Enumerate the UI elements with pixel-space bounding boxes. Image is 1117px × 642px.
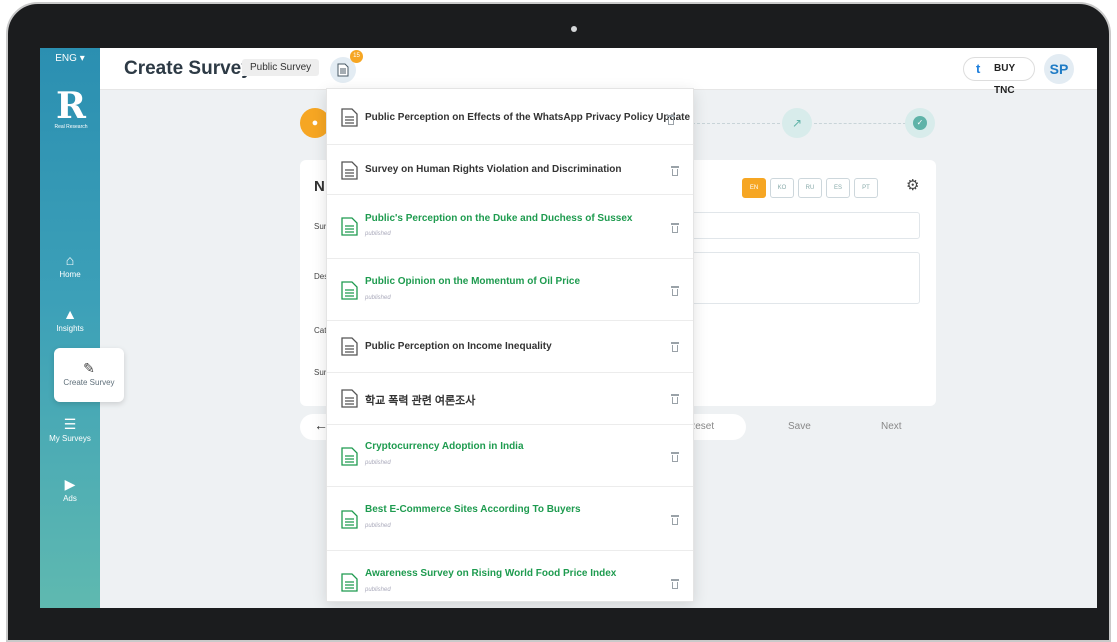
insights-icon: ▲ <box>63 306 77 322</box>
survey-title: Cryptocurrency Adoption in India <box>365 441 524 452</box>
sidebar: ENG ▾ R Real Research ⌂ Home ▲ Insights … <box>40 48 124 608</box>
survey-title: Best E-Commerce Sites According To Buyer… <box>365 504 581 515</box>
list-item[interactable]: Awareness Survey on Rising World Food Pr… <box>327 551 693 601</box>
lang-tab-en[interactable]: EN <box>742 178 766 198</box>
sidebar-item-insights[interactable]: ▲ Insights <box>40 306 100 333</box>
trash-icon[interactable] <box>671 286 679 296</box>
document-icon <box>341 337 358 356</box>
next-button[interactable]: Next <box>881 421 902 432</box>
sidebar-item-label: Home <box>59 270 81 279</box>
save-button[interactable]: Save <box>788 421 811 432</box>
lang-tab-ru[interactable]: RU <box>798 178 822 198</box>
list-item[interactable]: Public Perception on Effects of the What… <box>327 89 693 145</box>
trash-icon[interactable] <box>671 223 679 233</box>
document-icon <box>341 510 358 529</box>
language-tabs: EN KO RU ES PT <box>742 176 882 198</box>
sidebar-item-label: Insights <box>56 324 84 333</box>
lang-tab-pt[interactable]: PT <box>854 178 878 198</box>
logo-text: Real Research <box>54 124 88 130</box>
list-item[interactable]: Public Opinion on the Momentum of Oil Pr… <box>327 259 693 321</box>
lang-tab-ko[interactable]: KO <box>770 178 794 198</box>
sidebar-item-create-survey[interactable]: ✎ Create Survey <box>54 348 124 402</box>
trash-icon[interactable] <box>667 115 675 125</box>
trash-icon[interactable] <box>671 166 679 176</box>
sidebar-item-my-surveys[interactable]: ☰ My Surveys <box>40 416 100 443</box>
logo-mark: R <box>56 85 86 127</box>
list-item[interactable]: 학교 폭력 관련 여론조사 <box>327 373 693 425</box>
list-item[interactable]: Public's Perception on the Duke and Duch… <box>327 195 693 259</box>
lang-tab-es[interactable]: ES <box>826 178 850 198</box>
header: Create Survey Public Survey 15 t BUY TNC… <box>100 48 1097 96</box>
document-icon <box>341 281 358 300</box>
app-screen: ENG ▾ R Real Research ⌂ Home ▲ Insights … <box>40 48 1097 608</box>
status-badge: published <box>365 231 391 237</box>
form-heading: N <box>314 178 325 195</box>
pencil-icon: ✎ <box>83 360 95 376</box>
trash-icon[interactable] <box>671 579 679 589</box>
description-textarea[interactable] <box>690 252 920 304</box>
sidebar-item-label: Create Survey <box>63 378 115 387</box>
field-label: Sur <box>314 222 327 231</box>
survey-title: Public Opinion on the Momentum of Oil Pr… <box>365 276 581 287</box>
page-title: Create Survey <box>124 58 252 79</box>
laptop-frame: ENG ▾ R Real Research ⌂ Home ▲ Insights … <box>6 2 1111 642</box>
document-icon <box>341 389 358 408</box>
step-connector <box>692 123 785 124</box>
document-icon <box>341 161 358 180</box>
sidebar-item-home[interactable]: ⌂ Home <box>40 252 100 279</box>
field-label: Cat <box>314 326 327 335</box>
home-icon: ⌂ <box>65 252 75 268</box>
sidebar-item-label: Ads <box>63 494 77 503</box>
check-step-icon: ✓ <box>905 108 935 138</box>
status-badge: published <box>365 587 391 593</box>
status-badge: published <box>365 295 391 301</box>
logo: R Real Research <box>54 88 88 138</box>
tnc-logo-icon: t <box>976 61 981 76</box>
list-icon: ☰ <box>63 416 77 432</box>
status-badge: published <box>365 523 391 529</box>
document-icon <box>341 573 358 592</box>
language-selector[interactable]: ENG ▾ <box>40 48 100 70</box>
chart-step-icon: ↗ <box>782 108 812 138</box>
survey-title: Survey on Human Rights Violation and Dis… <box>365 164 622 175</box>
avatar[interactable]: SP <box>1044 54 1074 84</box>
survey-title: Public Perception on Effects of the What… <box>365 112 691 123</box>
trash-icon[interactable] <box>671 515 679 525</box>
drafts-count-badge: 15 <box>350 50 363 63</box>
document-icon <box>341 447 358 466</box>
document-icon <box>337 63 349 77</box>
play-icon: ▶ <box>64 476 76 492</box>
survey-type-tag[interactable]: Public Survey <box>242 59 320 76</box>
survey-title-input[interactable] <box>690 212 920 239</box>
trash-icon[interactable] <box>671 394 679 404</box>
buy-tnc-button[interactable]: t BUY TNC <box>963 57 1035 96</box>
trash-icon[interactable] <box>671 452 679 462</box>
language-label: ENG <box>55 53 77 64</box>
step-connector <box>814 123 906 124</box>
list-item[interactable]: Public Perception on Income Inequality <box>327 321 693 373</box>
drafts-dropdown: Public Perception on Effects of the What… <box>326 88 694 602</box>
list-item[interactable]: Best E-Commerce Sites According To Buyer… <box>327 487 693 551</box>
chevron-down-icon: ▾ <box>79 53 85 64</box>
sidebar-item-ads[interactable]: ▶ Ads <box>40 476 100 503</box>
survey-title: 학교 폭력 관련 여론조사 <box>365 395 476 407</box>
survey-title: Awareness Survey on Rising World Food Pr… <box>365 568 617 579</box>
sidebar-item-label: My Surveys <box>49 434 91 443</box>
status-badge: published <box>365 460 391 466</box>
document-icon <box>341 108 358 127</box>
camera-dot <box>571 26 577 32</box>
gear-icon[interactable]: ⚙ <box>906 176 919 194</box>
list-item[interactable]: Survey on Human Rights Violation and Dis… <box>327 145 693 195</box>
list-item[interactable]: Cryptocurrency Adoption in India publish… <box>327 425 693 487</box>
survey-title: Public Perception on Income Inequality <box>365 341 552 352</box>
field-label: Sur <box>314 368 327 377</box>
survey-title: Public's Perception on the Duke and Duch… <box>365 213 633 224</box>
buy-tnc-label: BUY TNC <box>994 63 1015 96</box>
document-icon <box>341 217 358 236</box>
trash-icon[interactable] <box>671 342 679 352</box>
